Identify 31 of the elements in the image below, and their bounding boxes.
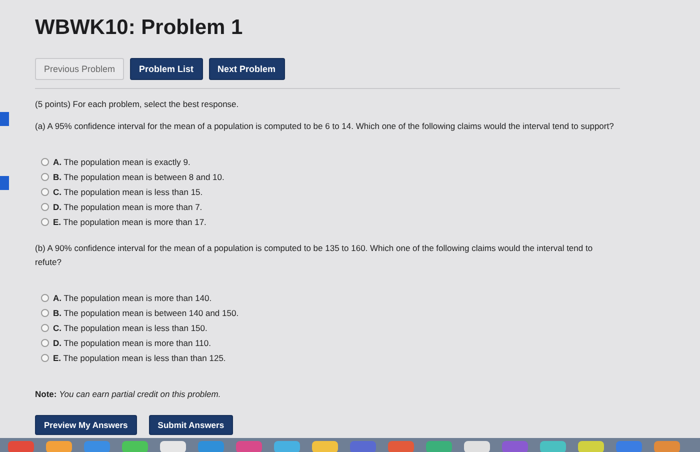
radio-button[interactable] [41, 294, 49, 302]
radio-button[interactable] [41, 203, 49, 211]
answer-option: D. The population mean is more than 110. [53, 336, 211, 350]
answer-option: E. The population mean is less than than 125. [53, 351, 226, 365]
answer-option: C. The population mean is less than 150. [53, 321, 208, 335]
answer-option: E. The population mean is more than 17. [53, 215, 206, 229]
side-marker-icon [0, 176, 9, 190]
nav-button[interactable]: Next Problem [208, 58, 285, 80]
answer-option: B. The population mean is between 8 and 10. [53, 170, 224, 184]
side-marker-icon [0, 112, 9, 126]
radio-button[interactable] [41, 339, 49, 347]
submit-button[interactable]: Submit Answers [148, 415, 234, 435]
instructions-text: (5 points) For each problem, select the best response. [35, 98, 240, 111]
nav-button[interactable]: Problem List [130, 58, 203, 80]
radio-button[interactable] [41, 158, 49, 166]
radio-button[interactable] [41, 324, 49, 332]
radio-button[interactable] [41, 188, 49, 196]
answer-option: B. The population mean is between 140 and 150. [53, 306, 239, 320]
answer-option: A. The population mean is exactly 9. [53, 155, 190, 169]
question-text: (b) A 90% confidence interval for the mean of a population is computed to be 135 to 160. Which one of the following claims would the interval tend to refute? [35, 242, 594, 269]
answer-option: C. The population mean is less than 15. [53, 185, 203, 199]
answer-option: A. The population mean is more than 140. [53, 291, 212, 305]
question-text: (a) A 95% confidence interval for the mean of a population is computed to be 6 to 14. Which one of the following claims would the interval tend to support? [35, 120, 615, 133]
radio-button[interactable] [41, 173, 49, 181]
radio-button[interactable] [41, 354, 49, 362]
note-text: Note: You can earn partial credit on this problem. [35, 388, 222, 401]
radio-button[interactable] [41, 218, 49, 226]
radio-button[interactable] [41, 309, 49, 317]
page-title: WBWK10: Problem 1 [35, 16, 244, 40]
answer-option: D. The population mean is more than 7. [53, 200, 202, 214]
submit-button[interactable]: Preview My Answers [35, 415, 137, 435]
